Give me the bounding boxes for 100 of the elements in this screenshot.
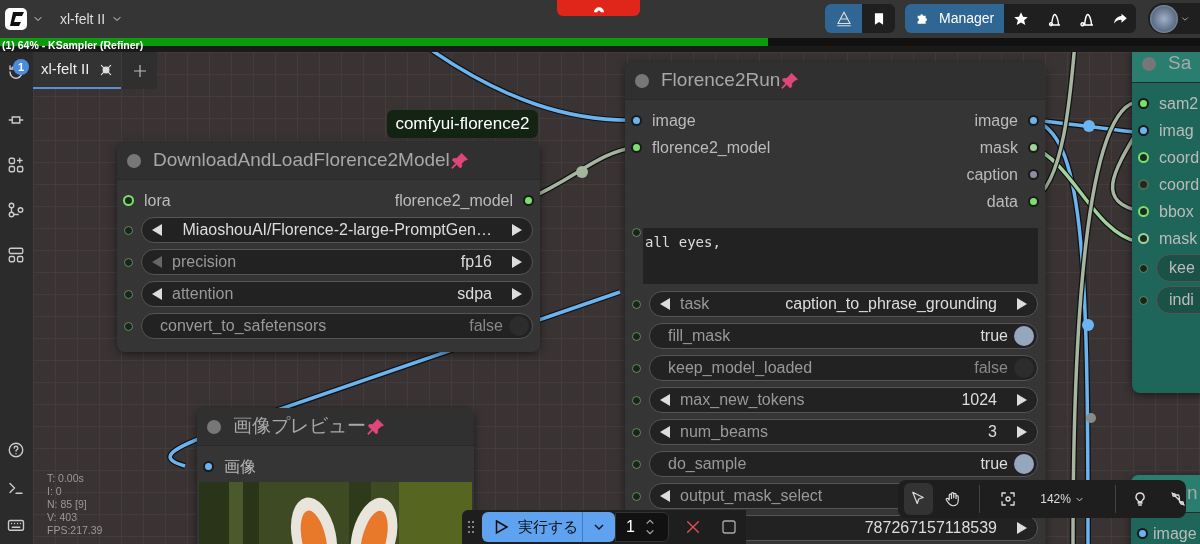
widget-label: task [680,294,710,314]
widget-value: caption_to_phrase_grounding [785,294,997,314]
widget-value: true [980,454,1008,474]
node-title: n [1187,481,1198,506]
reroute-dot [1083,120,1095,132]
stop-icon[interactable] [721,519,737,535]
combo-widget[interactable]: precision fp16 [141,249,533,275]
user-menu[interactable] [1148,3,1200,34]
node-title: 画像プレビュー [233,414,366,439]
input-label: sam2 [1159,93,1199,114]
template-icon[interactable] [7,246,25,264]
connection-slot[interactable] [1028,169,1039,180]
toggle-widget[interactable]: convert_to_safetensors false [141,313,533,339]
connection-slot[interactable] [1028,115,1039,126]
widget-slot[interactable] [632,363,641,373]
toggle-widget[interactable]: keep_model_loaded false [649,355,1038,381]
connection-slot[interactable] [631,142,642,153]
combo-widget[interactable]: task caption_to_phrase_grounding [649,291,1038,317]
stats-text: T: 0.00s [47,472,85,485]
connection-slot[interactable] [631,115,642,126]
close-icon[interactable] [685,519,701,535]
right-arrow-icon [1015,393,1029,407]
combo-widget[interactable]: attention sdpa [141,281,533,307]
widget-label: do_sample [668,454,747,474]
widget-label: max_new_tokens [680,390,805,410]
widget-value: sdpa [457,284,492,304]
run-button[interactable]: 実行する [482,512,615,542]
connection-slot[interactable] [1028,142,1039,153]
fit-view-icon[interactable] [1000,490,1017,508]
right-arrow-icon [1015,297,1029,311]
group-label: comfyui-florence2 [387,110,538,138]
widget-slot[interactable] [124,225,133,235]
reroute-dot [1082,319,1094,331]
widget-label: kee [1169,258,1195,278]
widget-slot[interactable] [632,228,641,237]
input-label: image [1153,523,1197,544]
interrupt-button[interactable] [557,0,640,16]
node-title: Sa [1168,52,1192,76]
batch-count-field[interactable]: 1 [615,512,669,542]
node-card[interactable]: 画像プレビュー 画像 [197,408,474,544]
toggle-widget[interactable]: kee [1156,254,1200,282]
toggle-widget[interactable]: fill_mask true [649,323,1038,349]
workflow-icon[interactable] [7,201,25,219]
workflow-tab[interactable]: xl-felt II [33,52,122,89]
zoom-menu[interactable]: 142% [1040,490,1085,508]
widget-slot[interactable] [632,459,641,469]
combo-widget[interactable]: max_new_tokens 1024 [649,387,1038,413]
output-label: florence2_model [394,190,513,211]
widget-slot[interactable] [632,331,641,341]
manager-button[interactable]: Manager [905,4,1005,33]
drag-handle-icon[interactable] [466,519,476,535]
widget-slot[interactable] [124,289,133,299]
link-off-icon[interactable] [1169,490,1186,508]
prompt-textarea[interactable]: all eyes, [643,228,1038,284]
widget-label: output_mask_select [680,486,823,506]
widget-label: num_beams [680,422,769,442]
input-label: bbox [1159,201,1194,222]
widget-slot[interactable] [632,395,641,405]
pointer-tool-button[interactable] [904,483,933,515]
node-title: Florence2Run [661,68,781,93]
node-card[interactable]: Sa sam2 imag coord coord bbox mask kee indi [1132,52,1200,393]
input-label: 画像 [224,456,256,477]
input-label: lora [144,190,171,211]
widget-slot[interactable] [124,321,133,331]
connection-slot[interactable] [1028,196,1039,207]
node-library-button[interactable] [825,4,862,33]
widget-value: 3 [988,422,997,442]
widget-slot[interactable] [632,299,641,309]
toggle-knob[interactable] [1014,326,1034,346]
toggle-knob[interactable] [1014,358,1034,378]
sparkle-grid-icon[interactable] [7,156,25,174]
widget-slot[interactable] [632,491,641,501]
logo[interactable] [5,8,27,30]
node-title: DownloadAndLoadFlorence2Model [153,148,450,173]
widget-value: false [974,358,1008,378]
widget-value: fp16 [460,252,492,272]
toggle-knob[interactable] [1014,454,1034,474]
toggle-widget[interactable]: do_sample true [649,451,1038,477]
help-icon[interactable] [7,441,25,459]
connection-slot[interactable] [523,195,534,206]
widget-slot[interactable] [124,257,133,267]
connection-slot[interactable] [203,461,214,472]
right-arrow-icon [510,255,524,269]
input-label: coord [1159,147,1200,168]
workflow-menu[interactable]: xl-felt II [60,8,124,30]
right-arrow-icon [1015,521,1029,535]
queue-badge: 1 [13,59,29,75]
input-label: image [652,110,696,131]
connection-slot[interactable] [1137,528,1148,539]
combo-widget[interactable]: MiaoshouAI/Florence-2-large-PromptGen… [141,217,533,243]
connection-slot[interactable] [1138,98,1149,109]
toggle-widget[interactable]: indi [1156,286,1200,314]
widget-label: keep_model_loaded [668,358,813,378]
node-card[interactable]: DownloadAndLoadFlorence2Model lora florence2_model MiaoshouAI/Florence-2-large-PromptGen… precision fp16 attention sdpa convert_to_safetensors false [117,142,540,352]
widget-slot[interactable] [632,427,641,437]
combo-widget[interactable]: num_beams 3 [649,419,1038,445]
toggle-knob[interactable] [509,316,529,336]
connection-slot[interactable] [1138,125,1149,136]
widget-slot[interactable] [1139,263,1148,273]
widget-slot[interactable] [1139,295,1148,305]
